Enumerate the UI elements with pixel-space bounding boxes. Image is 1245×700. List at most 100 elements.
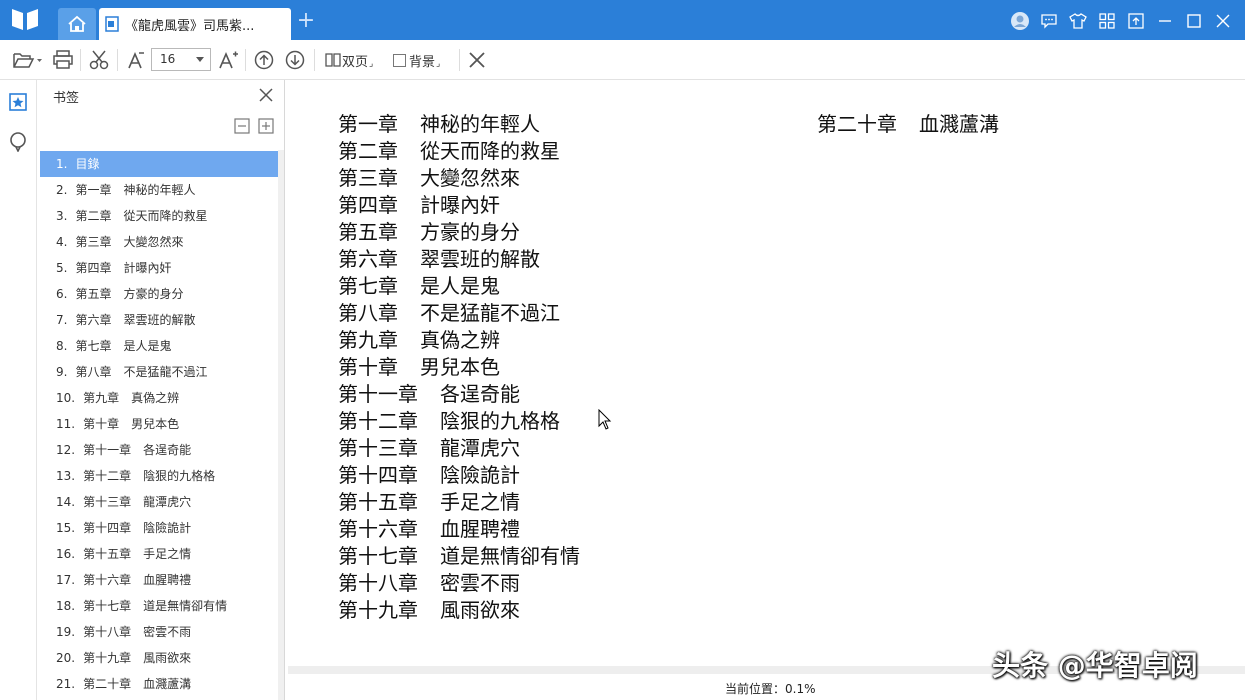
bookmark-item-number: 20. — [56, 651, 76, 665]
bookmark-item[interactable]: 4. 第三章 大變忽然來 — [40, 229, 278, 255]
toc-chapter-title: 是人是鬼 — [420, 274, 500, 298]
bookmark-item[interactable]: 1. 目錄 — [40, 151, 278, 177]
decrease-font-button[interactable] — [126, 48, 146, 72]
bookmark-item-number: 1. — [56, 157, 68, 171]
bookmark-item[interactable]: 18. 第十七章 道是無情卻有情 — [40, 593, 278, 619]
toc-line[interactable]: 第十章 男兒本色 — [338, 354, 580, 381]
expand-all-icon[interactable] — [258, 118, 274, 134]
toc-line[interactable]: 第十一章 各逞奇能 — [338, 381, 580, 408]
bookmark-item[interactable]: 7. 第六章 翠雲班的解散 — [40, 307, 278, 333]
toc-line[interactable]: 第九章 真偽之辨 — [338, 327, 580, 354]
toc-chapter-number: 第四章 — [338, 193, 398, 217]
toc-chapter-number: 第九章 — [338, 328, 398, 352]
toc-line[interactable]: 第十七章 道是無情卻有情 — [338, 543, 580, 570]
bookmark-item[interactable]: 21. 第二十章 血濺蘆溝 — [40, 671, 278, 697]
bookmark-list: 1. 目錄 2. 第一章 神秘的年輕人 3. 第二章 從天而降的救星 4. 第三章 大變忽然來… — [40, 151, 278, 697]
bookmark-item-number: 14. — [56, 495, 76, 509]
collapse-all-icon[interactable] — [234, 118, 250, 134]
notes-bubble-icon[interactable] — [8, 132, 28, 152]
user-avatar-button[interactable] — [1005, 8, 1034, 34]
close-button[interactable] — [1208, 8, 1237, 34]
increase-font-button[interactable] — [218, 48, 238, 72]
bookmark-item[interactable]: 20. 第十九章 風雨欲來 — [40, 645, 278, 671]
close-panel-icon[interactable] — [258, 87, 274, 103]
toc-line[interactable]: 第十二章 陰狠的九格格 — [338, 408, 580, 435]
toc-chapter-number: 第一章 — [338, 112, 398, 136]
font-size-value: 16 — [160, 52, 176, 66]
home-tab[interactable] — [58, 8, 96, 40]
background-checkbox[interactable] — [393, 53, 406, 67]
toc-line[interactable]: 第一章 神秘的年輕人 — [338, 111, 580, 138]
toc-line[interactable]: 第四章 計曝內奸 — [338, 192, 580, 219]
open-file-button[interactable] — [12, 48, 42, 72]
new-tab-button[interactable]: + — [296, 10, 316, 32]
cut-button[interactable] — [88, 48, 110, 72]
toc-chapter-title: 血濺蘆溝 — [919, 112, 999, 136]
toc-line[interactable]: 第五章 方豪的身分 — [338, 219, 580, 246]
bookmark-item[interactable]: 12. 第十一章 各逞奇能 — [40, 437, 278, 463]
background-toggle[interactable]: 背景 ⌟ — [393, 48, 440, 72]
apps-button[interactable] — [1092, 8, 1121, 34]
minimize-button[interactable] — [1150, 8, 1179, 34]
scissors-icon — [89, 50, 109, 70]
bookmark-item[interactable]: 14. 第十三章 龍潭虎穴 — [40, 489, 278, 515]
bookmark-item[interactable]: 19. 第十八章 密雲不雨 — [40, 619, 278, 645]
bookmark-item[interactable]: 15. 第十四章 陰險詭計 — [40, 515, 278, 541]
bookmark-item[interactable]: 10. 第九章 真偽之辨 — [40, 385, 278, 411]
toc-chapter-title: 從天而降的救星 — [420, 139, 560, 163]
bookmark-item-number: 15. — [56, 521, 76, 535]
double-page-button[interactable]: 双页 ⌟ — [324, 48, 373, 72]
toc-line[interactable]: 第七章 是人是鬼 — [338, 273, 580, 300]
upload-button[interactable] — [1121, 8, 1150, 34]
bookmark-item-label: 第一章 神秘的年輕人 — [75, 183, 196, 197]
bookmark-item[interactable]: 17. 第十六章 血腥聘禮 — [40, 567, 278, 593]
title-bar: 《龍虎風雲》司馬紫... + — [0, 0, 1245, 40]
toc-line[interactable]: 第十九章 風雨欲來 — [338, 597, 580, 624]
skin-button[interactable] — [1063, 8, 1092, 34]
toc-chapter-title: 翠雲班的解散 — [420, 247, 540, 271]
bookmark-scrollbar[interactable] — [278, 150, 284, 700]
exit-reading-button[interactable] — [468, 48, 486, 72]
toc-chapter-number: 第七章 — [338, 274, 398, 298]
bookmark-item[interactable]: 9. 第八章 不是猛龍不過江 — [40, 359, 278, 385]
bookmark-item-number: 9. — [56, 365, 68, 379]
next-page-button[interactable] — [285, 48, 305, 72]
mouse-cursor-icon — [598, 409, 612, 430]
document-tab[interactable]: 《龍虎風雲》司馬紫... — [99, 8, 291, 40]
bookmark-item-label: 第八章 不是猛龍不過江 — [75, 365, 208, 379]
toc-line[interactable]: 第八章 不是猛龍不過江 — [338, 300, 580, 327]
bookmark-item[interactable]: 13. 第十二章 陰狠的九格格 — [40, 463, 278, 489]
toc-left-column: 第一章 神秘的年輕人 第二章 從天而降的救星 第三章 大變忽然來 第四章 計曝內奸 第五章 方豪的… — [338, 111, 580, 624]
bookmark-star-icon[interactable] — [8, 92, 28, 112]
bookmark-item[interactable]: 5. 第四章 計曝內奸 — [40, 255, 278, 281]
print-button[interactable] — [52, 48, 74, 72]
toc-line[interactable]: 第六章 翠雲班的解散 — [338, 246, 580, 273]
toc-line[interactable]: 第十三章 龍潭虎穴 — [338, 435, 580, 462]
toc-chapter-title: 陰險詭計 — [440, 463, 520, 487]
font-size-select[interactable]: 16 — [151, 48, 211, 71]
toc-line[interactable]: 第二章 從天而降的救星 — [338, 138, 580, 165]
close-icon — [1216, 14, 1229, 28]
toc-line[interactable]: 第十八章 密雲不雨 — [338, 570, 580, 597]
chevron-down-icon — [196, 57, 204, 62]
maximize-button[interactable] — [1179, 8, 1208, 34]
toc-line[interactable]: 第二十章 血濺蘆溝 — [817, 111, 999, 138]
double-page-icon — [325, 53, 341, 67]
bookmark-item[interactable]: 2. 第一章 神秘的年輕人 — [40, 177, 278, 203]
toc-line[interactable]: 第十五章 手足之情 — [338, 489, 580, 516]
toc-line[interactable]: 第十六章 血腥聘禮 — [338, 516, 580, 543]
previous-page-button[interactable] — [254, 48, 274, 72]
bookmark-item-number: 10. — [56, 391, 76, 405]
bookmark-item[interactable]: 11. 第十章 男兒本色 — [40, 411, 278, 437]
bookmark-item[interactable]: 6. 第五章 方豪的身分 — [40, 281, 278, 307]
toc-chapter-number: 第三章 — [338, 166, 398, 190]
bookmark-item[interactable]: 16. 第十五章 手足之情 — [40, 541, 278, 567]
bookmark-item-number: 19. — [56, 625, 76, 639]
bookmark-item[interactable]: 3. 第二章 從天而降的救星 — [40, 203, 278, 229]
bookmark-item-label: 第五章 方豪的身分 — [75, 287, 184, 301]
toolbar-divider — [80, 49, 81, 71]
toc-line[interactable]: 第三章 大變忽然來 — [338, 165, 580, 192]
bookmark-item[interactable]: 8. 第七章 是人是鬼 — [40, 333, 278, 359]
toc-line[interactable]: 第十四章 陰險詭計 — [338, 462, 580, 489]
feedback-button[interactable] — [1034, 8, 1063, 34]
